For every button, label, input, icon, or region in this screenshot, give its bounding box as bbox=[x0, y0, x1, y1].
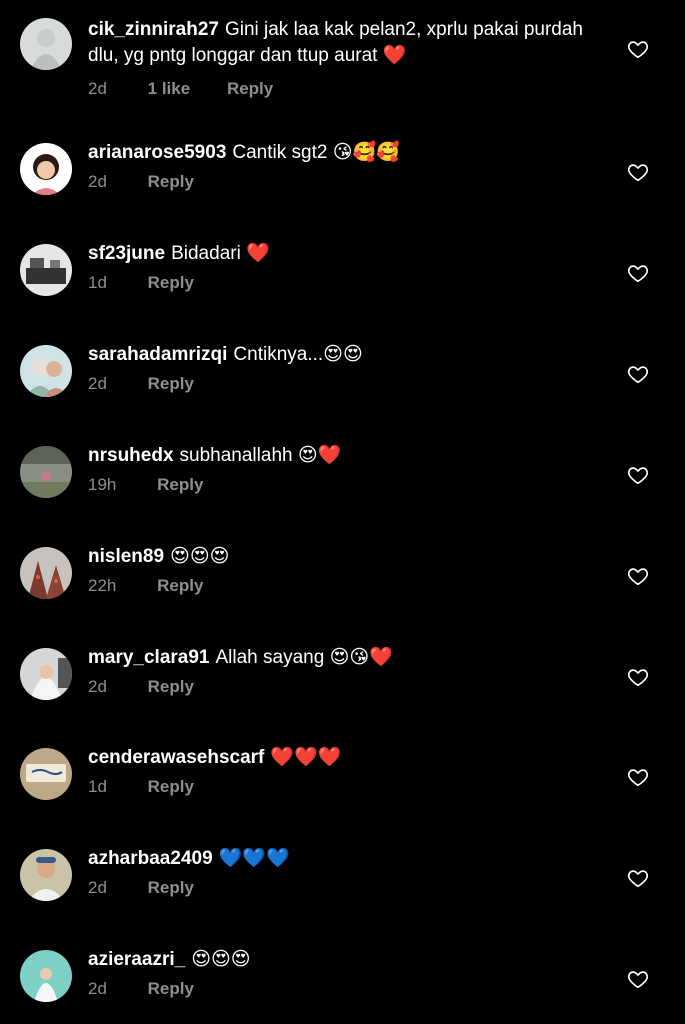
avatar[interactable] bbox=[20, 446, 72, 498]
avatar[interactable] bbox=[20, 748, 72, 800]
comment-text: Cantik sgt2 😘🥰🥰 bbox=[232, 142, 400, 163]
comment-username[interactable]: sf23june bbox=[88, 243, 165, 264]
comment-username[interactable]: arianarose5903 bbox=[88, 142, 226, 163]
heart-icon[interactable] bbox=[627, 38, 649, 60]
reply-button[interactable]: Reply bbox=[227, 79, 273, 98]
comment-username[interactable]: cik_zinnirah27 bbox=[88, 19, 219, 40]
reply-button[interactable]: Reply bbox=[148, 677, 194, 696]
heart-icon[interactable] bbox=[627, 565, 649, 587]
comment-text: 💙💙💙 bbox=[218, 848, 290, 869]
reply-button[interactable]: Reply bbox=[148, 878, 194, 897]
comment-username[interactable]: azieraazri_ bbox=[88, 949, 185, 970]
heart-icon[interactable] bbox=[627, 161, 649, 183]
comment-username[interactable]: cenderawasehscarf bbox=[88, 747, 264, 768]
comment-time: 2d bbox=[88, 79, 107, 98]
avatar[interactable] bbox=[20, 244, 72, 296]
reply-button[interactable]: Reply bbox=[157, 475, 203, 494]
avatar[interactable] bbox=[20, 849, 72, 901]
reply-button[interactable]: Reply bbox=[148, 979, 194, 998]
heart-icon[interactable] bbox=[627, 666, 649, 688]
comment-time: 2d bbox=[88, 677, 107, 696]
comment-text: 😍😍😍 bbox=[191, 949, 251, 970]
comment-time: 2d bbox=[88, 878, 107, 897]
comment-username[interactable]: nislen89 bbox=[88, 546, 164, 567]
reply-button[interactable]: Reply bbox=[157, 576, 203, 595]
reply-button[interactable]: Reply bbox=[148, 172, 194, 191]
reply-button[interactable]: Reply bbox=[148, 374, 194, 393]
avatar[interactable] bbox=[20, 18, 72, 70]
comment-time: 1d bbox=[88, 777, 107, 796]
comment-username[interactable]: nrsuhedx bbox=[88, 445, 174, 466]
comment-username[interactable]: mary_clara91 bbox=[88, 647, 210, 668]
comment-likes[interactable]: 1 like bbox=[148, 79, 191, 98]
heart-icon[interactable] bbox=[627, 968, 649, 990]
comment-time: 19h bbox=[88, 475, 117, 494]
heart-icon[interactable] bbox=[627, 262, 649, 284]
avatar[interactable] bbox=[20, 345, 72, 397]
comment-time: 22h bbox=[88, 576, 117, 595]
comment-text: Bidadari ❤️ bbox=[171, 243, 270, 264]
comment-username[interactable]: sarahadamrizqi bbox=[88, 344, 227, 365]
avatar[interactable] bbox=[20, 143, 72, 195]
comment-time: 2d bbox=[88, 979, 107, 998]
reply-button[interactable]: Reply bbox=[148, 777, 194, 796]
comment-text: ❤️❤️❤️ bbox=[270, 747, 342, 768]
comment-text: Allah sayang 😍😘❤️ bbox=[215, 647, 393, 668]
reply-button[interactable]: Reply bbox=[148, 273, 194, 292]
comment-time: 1d bbox=[88, 273, 107, 292]
heart-icon[interactable] bbox=[627, 867, 649, 889]
comment-time: 2d bbox=[88, 374, 107, 393]
comment-text: Cntiknya...😍😍 bbox=[233, 344, 363, 365]
avatar[interactable] bbox=[20, 547, 72, 599]
comment-time: 2d bbox=[88, 172, 107, 191]
comment-username[interactable]: azharbaa2409 bbox=[88, 848, 213, 869]
heart-icon[interactable] bbox=[627, 363, 649, 385]
avatar[interactable] bbox=[20, 950, 72, 1002]
comment-text: 😍😍😍 bbox=[170, 546, 230, 567]
comment-text: subhanallahh 😍❤️ bbox=[179, 445, 342, 466]
heart-icon[interactable] bbox=[627, 766, 649, 788]
avatar[interactable] bbox=[20, 648, 72, 700]
heart-icon[interactable] bbox=[627, 464, 649, 486]
